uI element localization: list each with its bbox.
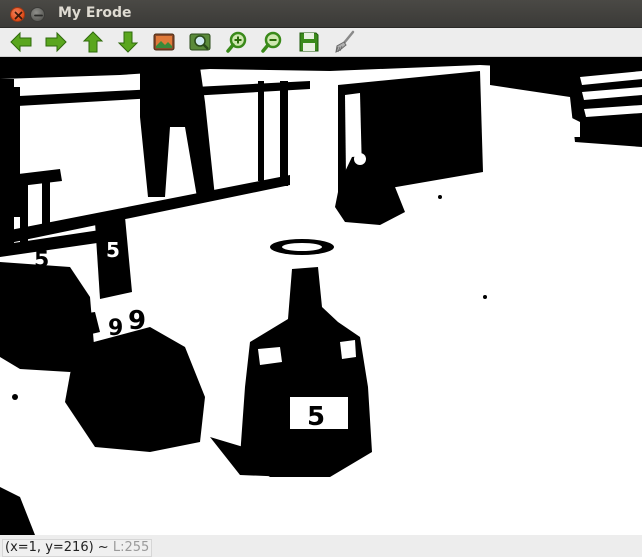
save-image-icon: [153, 33, 175, 51]
arrow-right-icon: [45, 31, 67, 53]
zoom-fit-button[interactable]: [187, 30, 213, 54]
floppy-save-icon: [299, 32, 319, 52]
cursor-coordinates: (x=1, y=216) ~: [5, 540, 113, 555]
arrow-down-icon: [117, 31, 139, 53]
svg-text:5: 5: [307, 402, 325, 432]
zoom-in-icon: [226, 31, 247, 53]
svg-text:5: 5: [106, 238, 120, 262]
properties-button[interactable]: [332, 30, 358, 54]
window-titlebar: My Erode: [0, 0, 642, 28]
svg-text:5: 5: [34, 248, 49, 273]
close-button[interactable]: [10, 7, 25, 22]
luminance-value: L:255: [112, 540, 150, 555]
pixel-info: (x=1, y=216) ~ L:255: [2, 539, 153, 557]
zoom-in-button[interactable]: [224, 30, 250, 54]
minimize-button[interactable]: [30, 7, 45, 22]
toolbar: [0, 28, 642, 57]
close-icon: [14, 11, 23, 20]
properties-brush-icon: [335, 30, 355, 53]
image-view[interactable]: 5 5 9 9 5: [0, 57, 642, 535]
zoom-out-button[interactable]: [259, 30, 285, 54]
eroded-image[interactable]: 5 5 9 9 5: [0, 57, 642, 535]
pan-down-button[interactable]: [115, 30, 141, 54]
zoom-fit-icon: [189, 33, 211, 51]
minimize-icon: [34, 14, 43, 17]
arrow-left-icon: [10, 31, 32, 53]
svg-text:9: 9: [108, 316, 123, 341]
statusbar: (x=1, y=216) ~ L:255: [0, 537, 642, 557]
pan-left-button[interactable]: [8, 30, 34, 54]
zoom-out-icon: [261, 31, 282, 53]
window-title: My Erode: [58, 5, 132, 21]
arrow-up-icon: [82, 31, 104, 53]
svg-text:9: 9: [128, 306, 146, 336]
pan-up-button[interactable]: [80, 30, 106, 54]
save-image-button[interactable]: [151, 30, 177, 54]
save-button[interactable]: [296, 30, 322, 54]
pan-right-button[interactable]: [43, 30, 69, 54]
